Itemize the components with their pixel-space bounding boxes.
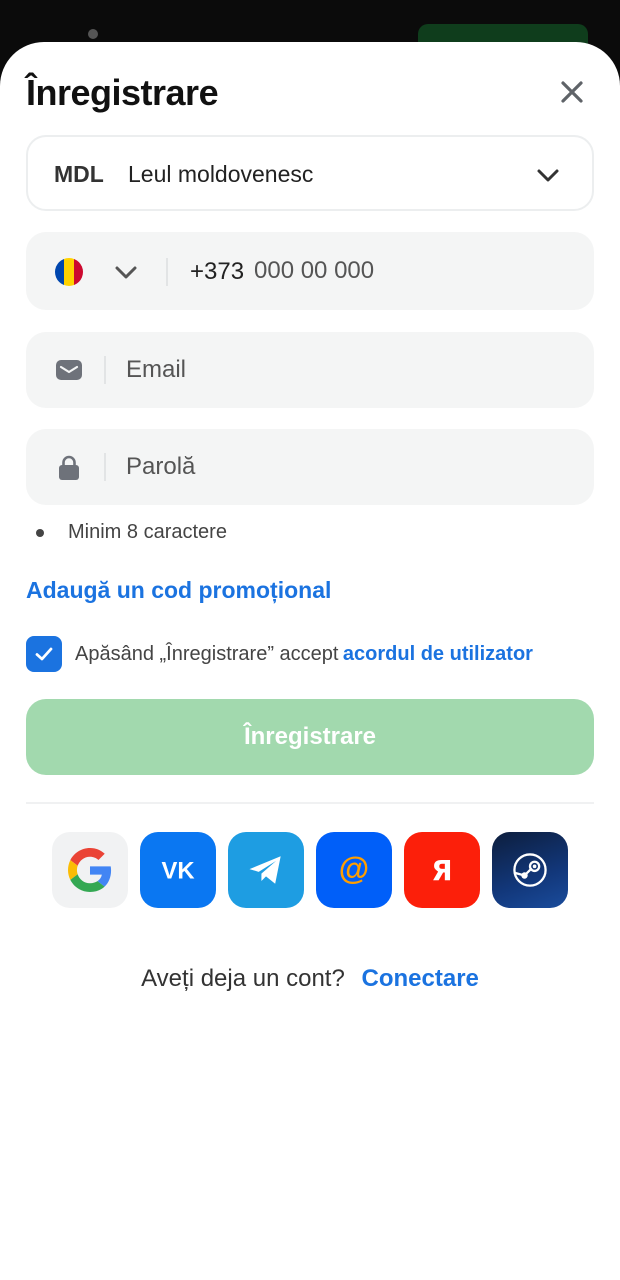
phone-input[interactable] [254, 232, 574, 310]
phone-field: +373 [26, 232, 594, 310]
bullet-icon [36, 528, 44, 537]
email-input[interactable] [126, 332, 566, 408]
telegram-login-button[interactable] [228, 832, 304, 908]
separator [104, 356, 106, 384]
currency-select[interactable]: MDL Leul moldovenesc [26, 135, 594, 211]
checkmark-icon [35, 647, 53, 661]
mail-ru-login-button[interactable]: @ [316, 832, 392, 908]
register-button[interactable]: Înregistrare [26, 699, 594, 775]
agreement-row: Apăsând „Înregistrare” accept acordul de… [26, 636, 533, 672]
mail-ru-icon: @ [339, 851, 369, 886]
phone-prefix: +373 [190, 258, 245, 285]
password-hint-text: Minim 8 caractere [68, 521, 227, 543]
add-promo-code-link[interactable]: Adaugă un cod promoțional [26, 577, 331, 604]
svg-text:@: @ [339, 851, 369, 886]
currency-name: Leul moldovenesc [128, 161, 314, 187]
google-icon [68, 848, 112, 892]
yandex-icon: Я [431, 855, 452, 887]
svg-text:Я: Я [431, 855, 452, 887]
login-prompt-text: Aveți deja un cont? [141, 965, 345, 992]
lock-icon [59, 455, 79, 480]
yandex-login-button[interactable]: Я [404, 832, 480, 908]
close-icon [561, 81, 583, 103]
vk-icon: VK [161, 857, 194, 884]
social-login-row: VK @ Я [52, 832, 568, 908]
close-button[interactable] [552, 72, 592, 112]
agreement-checkbox[interactable] [26, 636, 62, 672]
email-field [26, 332, 594, 408]
chevron-down-icon [537, 169, 559, 182]
separator [166, 258, 168, 286]
google-login-button[interactable] [52, 832, 128, 908]
svg-text:VK: VK [161, 857, 194, 884]
page-title: Înregistrare [26, 72, 219, 113]
divider [26, 802, 594, 804]
password-input[interactable] [126, 429, 566, 505]
moldova-flag-icon[interactable] [55, 258, 83, 286]
steam-login-button[interactable] [492, 832, 568, 908]
telegram-icon [249, 856, 281, 884]
login-prompt: Aveți deja un cont? Conectare [0, 965, 620, 993]
envelope-icon [56, 360, 82, 380]
vk-login-button[interactable]: VK [140, 832, 216, 908]
agreement-text: Apăsând „Înregistrare” accept [75, 642, 339, 665]
login-link[interactable]: Conectare [362, 965, 479, 992]
steam-icon [513, 853, 547, 887]
registration-sheet: Înregistrare MDL Leul moldovenesc +373 M… [0, 42, 620, 1280]
background-dot [88, 29, 98, 39]
password-field [26, 429, 594, 505]
country-chevron-down-icon[interactable] [112, 258, 140, 286]
password-hint: Minim 8 caractere [36, 521, 227, 544]
user-agreement-link[interactable]: acordul de utilizator [343, 643, 533, 666]
separator [104, 453, 106, 481]
currency-code: MDL [54, 161, 104, 187]
